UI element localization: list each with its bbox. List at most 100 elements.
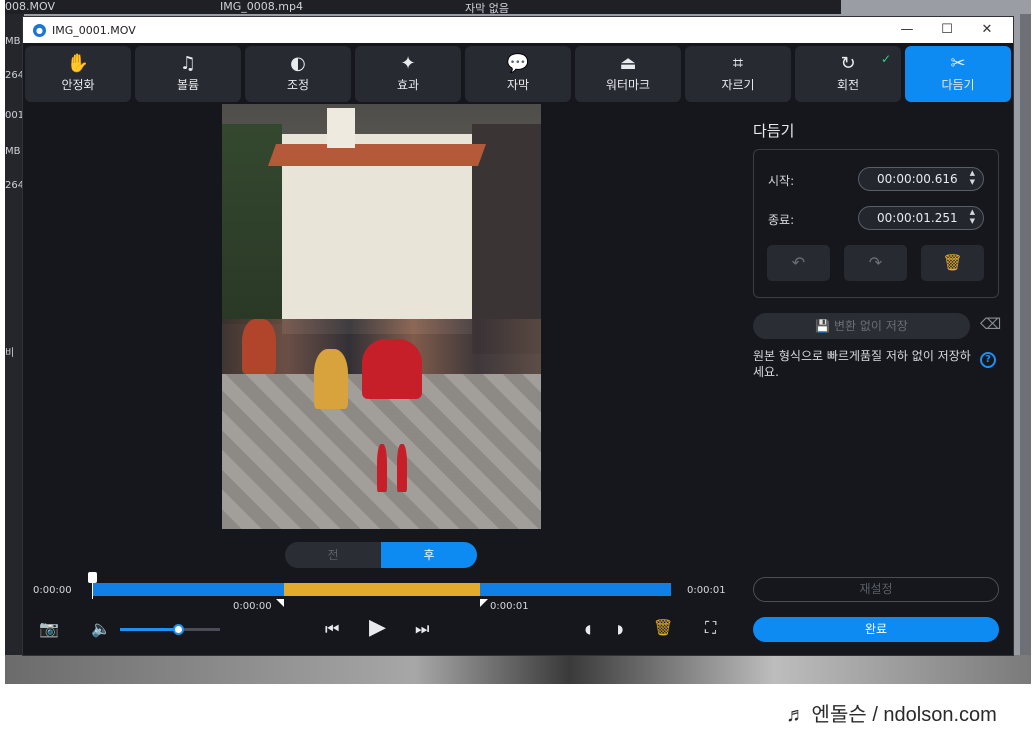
- previous-frame-icon[interactable]: ⏮: [325, 620, 339, 638]
- background-left-item: MB: [5, 36, 21, 47]
- tab-adjust[interactable]: ◐ 조정: [245, 46, 351, 102]
- set-start-icon[interactable]: ◖: [585, 620, 591, 638]
- stamp-icon: ⏏: [619, 53, 637, 74]
- spin-arrows-icon[interactable]: ▲ ▼: [970, 169, 975, 187]
- timeline-end-time: 0:00:01: [687, 585, 726, 596]
- speaker-icon[interactable]: 🔈: [91, 620, 111, 638]
- preview-dancer: [362, 339, 422, 399]
- delete-segment-icon[interactable]: 🗑: [653, 619, 673, 637]
- tab-label: 다듬기: [941, 78, 975, 92]
- preview-dancer-leg: [377, 444, 387, 492]
- trim-selection[interactable]: [284, 583, 480, 596]
- timeline-start-time: 0:00:00: [33, 585, 72, 596]
- tab-watermark[interactable]: ⏏ 워터마크: [575, 46, 681, 102]
- close-button[interactable]: ✕: [967, 17, 1007, 43]
- end-time-field[interactable]: 00:00:01.251 ▲ ▼: [858, 206, 984, 230]
- play-icon[interactable]: ▶: [369, 617, 386, 639]
- trim-start-time: 0:00:00: [233, 601, 272, 612]
- volume-slider-knob[interactable]: [173, 624, 184, 635]
- preview-mascot: [242, 319, 276, 374]
- crop-icon: ⌗: [732, 53, 744, 74]
- snapshot-camera-icon[interactable]: 📷: [39, 620, 59, 638]
- playhead[interactable]: [88, 572, 97, 599]
- preview-dancer-2: [314, 349, 348, 409]
- before-after-toggle: 전 후: [285, 542, 477, 568]
- preview-dancer-leg: [397, 444, 407, 492]
- tab-label: 효과: [396, 78, 420, 92]
- fullscreen-icon[interactable]: ⛶: [705, 619, 716, 637]
- help-icon[interactable]: ?: [980, 352, 996, 368]
- magic-wand-icon: ✦: [400, 53, 416, 74]
- background-bottom-photo: [5, 655, 1031, 684]
- start-label: 시작:: [768, 174, 795, 188]
- end-time-value: 00:00:01.251: [877, 211, 958, 225]
- save-without-conversion-label: 변환 없이 저장: [833, 319, 908, 333]
- before-button[interactable]: 전: [285, 542, 381, 568]
- tab-label: 조정: [286, 78, 310, 92]
- tab-label: 워터마크: [605, 78, 651, 92]
- playhead-line: [92, 583, 93, 599]
- eraser-icon[interactable]: ⌫: [980, 315, 1001, 333]
- tab-label: 안정화: [61, 78, 95, 92]
- background-subtitle-select: 자막 없음: [465, 2, 509, 15]
- tab-crop[interactable]: ⌗ 자르기: [685, 46, 791, 102]
- tab-subtitles[interactable]: 💬 자막: [465, 46, 571, 102]
- tab-trim[interactable]: ✂ 다듬기: [905, 46, 1011, 102]
- set-end-icon[interactable]: ◗: [617, 620, 623, 638]
- background-top-bar: 008.MOV IMG_0008.mp4 자막 없음: [5, 0, 841, 15]
- scissors-icon: ✂: [950, 53, 966, 74]
- spin-arrows-icon[interactable]: ▲ ▼: [970, 208, 975, 226]
- undo-button[interactable]: ↶: [767, 245, 830, 281]
- start-time-field[interactable]: 00:00:00.616 ▲ ▼: [858, 167, 984, 191]
- preview-roof: [267, 144, 487, 166]
- tab-rotate[interactable]: ↻ 회전 ✓: [795, 46, 901, 102]
- video-preview: [222, 104, 541, 529]
- trim-editor-window: ● IMG_0001.MOV — ☐ ✕ ✋ 안정화 ♫ 볼륨 ◐ 조정 ✦ 효…: [22, 16, 1014, 656]
- volume-slider-fill: [120, 628, 178, 631]
- delete-button[interactable]: 🗑: [921, 245, 984, 281]
- background-right-edge: [1020, 14, 1031, 664]
- playhead-handle[interactable]: [88, 572, 97, 583]
- background-tab-mid: IMG_0008.mp4: [220, 0, 303, 13]
- music-note-icon: ♫: [179, 53, 197, 74]
- maximize-button[interactable]: ☐: [927, 17, 967, 43]
- edit-toolbar: ✋ 안정화 ♫ 볼륨 ◐ 조정 ✦ 효과 💬 자막 ⏏ 워터마크 ⌗ 자르기 ↻…: [25, 46, 1015, 102]
- end-label: 종료:: [768, 213, 795, 227]
- reset-button[interactable]: 재설정: [753, 577, 999, 602]
- trim-end-time: 0:00:01: [490, 601, 529, 612]
- speech-bubble-icon: 💬: [506, 53, 530, 74]
- tab-volume[interactable]: ♫ 볼륨: [135, 46, 241, 102]
- save-without-conversion-button[interactable]: 💾 변환 없이 저장: [753, 313, 970, 339]
- screenshot-stage: 008.MOV IMG_0008.mp4 자막 없음 MB 264 001 MB…: [0, 0, 1034, 735]
- tab-stabilize[interactable]: ✋ 안정화: [25, 46, 131, 102]
- next-frame-icon[interactable]: ⏭: [415, 620, 429, 638]
- start-time-value: 00:00:00.616: [877, 172, 958, 186]
- title-bar: ● IMG_0001.MOV — ☐ ✕: [23, 17, 1013, 43]
- site-watermark: ♬ 엔돌슨 / ndolson.com: [786, 704, 997, 726]
- undo-icon: ↶: [791, 253, 806, 272]
- after-button[interactable]: 후: [381, 542, 477, 568]
- background-tab-left: 008.MOV: [5, 0, 55, 13]
- contrast-icon: ◐: [290, 53, 306, 74]
- save-icon: 💾: [815, 319, 831, 333]
- redo-icon: ↷: [868, 253, 883, 272]
- checkmark-icon: ✓: [880, 52, 891, 66]
- redo-button[interactable]: ↷: [844, 245, 907, 281]
- minimize-button[interactable]: —: [887, 17, 927, 43]
- background-left-item: 비: [5, 348, 15, 359]
- tab-label: 자막: [506, 78, 530, 92]
- panel-title: 다듬기: [753, 122, 795, 140]
- hand-icon: ✋: [66, 53, 90, 74]
- tab-label: 볼륨: [176, 78, 200, 92]
- app-logo-icon: ●: [33, 23, 46, 37]
- tab-label: 회전: [836, 78, 860, 92]
- tab-label: 자르기: [721, 78, 755, 92]
- preview-tower: [327, 108, 355, 148]
- save-description: 원본 형식으로 빠르게품질 저하 없이 저장하세요.: [753, 349, 971, 379]
- trim-start-marker[interactable]: [276, 599, 284, 607]
- tab-effects[interactable]: ✦ 효과: [355, 46, 461, 102]
- trash-icon: 🗑: [942, 253, 963, 272]
- done-button[interactable]: 완료: [753, 617, 999, 642]
- trim-end-marker[interactable]: [480, 599, 488, 607]
- window-title: IMG_0001.MOV: [52, 23, 136, 37]
